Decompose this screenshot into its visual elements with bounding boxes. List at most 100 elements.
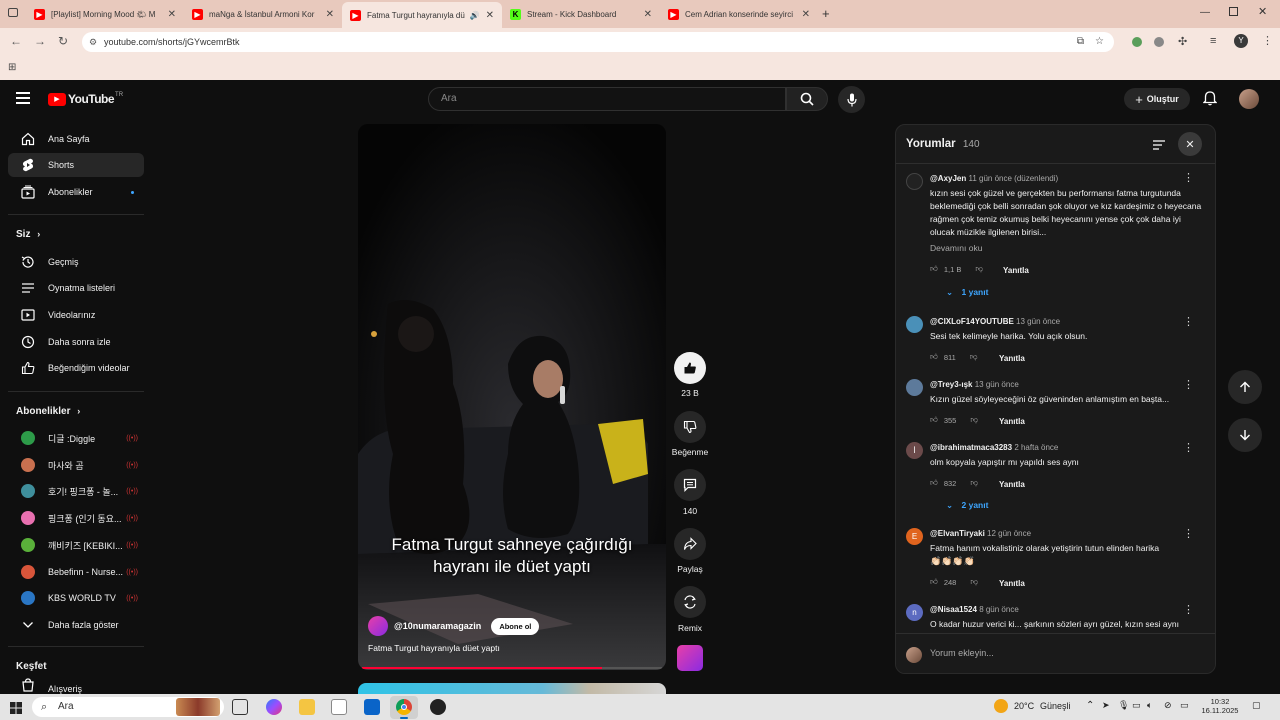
thumbs-down-icon[interactable]: 👎︎ <box>970 577 978 587</box>
comment-time[interactable]: 13 gün önce <box>975 380 1019 389</box>
close-comments-icon[interactable]: ✕ <box>1178 132 1202 156</box>
shorts-video-player[interactable]: Fatma Turgut sahneye çağırdığı hayranı i… <box>358 124 666 670</box>
tab-search-icon[interactable] <box>8 8 18 17</box>
sidebar-item-watch-later[interactable]: Daha sonra izle <box>8 330 144 354</box>
comment-menu-icon[interactable]: ⋮ <box>1183 378 1194 391</box>
thumbs-down-icon[interactable]: 👎︎ <box>975 264 983 274</box>
comment-author[interactable]: @Trey3-ışk <box>930 380 973 389</box>
outlook-icon[interactable] <box>364 699 380 715</box>
thumbs-down-icon[interactable]: 👎︎ <box>970 352 978 362</box>
thumbs-down-icon[interactable]: 👎︎ <box>970 478 978 488</box>
sidebar-item-history[interactable]: Geçmiş <box>8 250 144 274</box>
sidebar-item-your-videos[interactable]: Videolarınız <box>8 303 144 327</box>
thumbs-up-icon[interactable]: 👍︎ <box>930 264 938 274</box>
search-input[interactable]: Ara <box>428 87 786 111</box>
like-button[interactable] <box>674 352 706 384</box>
reply-button[interactable]: Yanıtla <box>999 417 1025 426</box>
comment-avatar[interactable]: İ <box>906 442 923 459</box>
view-replies-button[interactable]: ⌄ 2 yanıt <box>946 500 988 511</box>
comment-time[interactable]: 12 gün önce <box>987 529 1031 538</box>
channel-handle[interactable]: @10numaramagazin <box>394 621 481 631</box>
reply-button[interactable]: Yanıtla <box>999 354 1025 363</box>
close-tab-icon[interactable]: ✕ <box>644 9 652 20</box>
audio-playing-icon[interactable]: 🔊 <box>470 11 480 20</box>
notifications-bell-icon[interactable] <box>1202 91 1218 111</box>
sort-comments-icon[interactable] <box>1152 138 1166 156</box>
store-icon[interactable] <box>331 699 347 715</box>
close-window-icon[interactable]: ✕ <box>1258 5 1267 18</box>
comment-avatar[interactable] <box>906 379 923 396</box>
share-button[interactable] <box>674 528 706 560</box>
subscribe-button[interactable]: Abone ol <box>491 617 540 635</box>
profile-avatar[interactable]: Y <box>1234 34 1248 48</box>
battery-icon[interactable]: ▭ <box>1180 700 1189 711</box>
back-icon[interactable]: ← <box>10 34 22 48</box>
comment-author[interactable]: @ibrahimatmaca3283 <box>930 443 1012 452</box>
video-title[interactable]: Fatma Turgut hayranıyla düet yaptı <box>368 643 500 653</box>
sidebar-subscription-item[interactable]: 호기! 핑크퐁 - 놀... ((•)) <box>8 479 144 503</box>
sidebar-item-shopping[interactable]: Alışveriş <box>8 678 144 694</box>
browser-tab-4[interactable]: K Stream - Kick Dashboard ✕ <box>502 3 660 25</box>
browser-tab-2[interactable]: ▶ maNga & İstanbul Armoni Kor ✕ <box>184 3 342 25</box>
sidebar-subscription-item[interactable]: 디글 :Diggle ((•)) <box>8 426 144 450</box>
comment-author[interactable]: @ElvanTiryaki <box>930 529 985 538</box>
comment-time[interactable]: 2 hafta önce <box>1014 443 1058 452</box>
media-controls-icon[interactable]: ≡ <box>1210 35 1216 47</box>
sidebar-item-liked-videos[interactable]: Beğendiğim videolar <box>8 356 144 380</box>
tray-overflow-icon[interactable]: ⌃ <box>1086 700 1094 711</box>
comment-avatar[interactable]: n <box>906 604 923 621</box>
sidebar-subscription-item[interactable]: 핑크퐁 (인기 동요... ((•)) <box>8 506 144 530</box>
comment-menu-icon[interactable]: ⋮ <box>1183 171 1194 184</box>
extensions-puzzle-icon[interactable]: ✣ <box>1178 35 1187 48</box>
copilot-icon[interactable] <box>266 699 282 715</box>
minimize-icon[interactable]: — <box>1200 7 1210 18</box>
forward-icon[interactable]: → <box>34 34 46 48</box>
weather-text[interactable]: Güneşli <box>1040 701 1071 711</box>
sidebar-subscription-item[interactable]: 마사와 곰 ((•)) <box>8 453 144 477</box>
comment-author[interactable]: @AxyJen <box>930 174 966 183</box>
dislike-button[interactable] <box>674 411 706 443</box>
file-explorer-icon[interactable] <box>299 699 315 715</box>
comment-menu-icon[interactable]: ⋮ <box>1183 603 1194 616</box>
location-icon[interactable]: ➤ <box>1102 700 1110 711</box>
read-more-link[interactable]: Devamını oku <box>930 243 982 253</box>
close-tab-icon[interactable]: ✕ <box>326 9 334 20</box>
sidebar-item-shorts[interactable]: Shorts <box>8 153 144 177</box>
sidebar-show-more[interactable]: Daha fazla göster <box>8 613 144 637</box>
browser-tab-1[interactable]: ▶ [Playlist] Morning Mood 🌤 M ✕ <box>26 3 184 25</box>
comment-avatar[interactable] <box>906 173 923 190</box>
taskbar-search[interactable]: ⌕ Ara <box>32 697 224 717</box>
sidebar-subscription-item[interactable]: Bebefinn - Nurse... ((•)) <box>8 560 144 584</box>
sound-thumbnail[interactable] <box>677 645 703 671</box>
thumbs-up-icon[interactable]: 👍︎ <box>930 478 938 488</box>
browser-menu-icon[interactable]: ⋮ <box>1262 34 1273 47</box>
volume-icon[interactable]: 🔈︎ <box>1147 700 1152 711</box>
weather-temp[interactable]: 20°C <box>1014 701 1034 711</box>
thumbs-up-icon[interactable]: 👍︎ <box>930 415 938 425</box>
clock[interactable]: 10:32 16.11.2025 <box>1200 697 1240 715</box>
sidebar-you-header[interactable]: Siz › <box>16 229 40 240</box>
task-view-icon[interactable] <box>232 699 248 715</box>
next-short-preview[interactable] <box>358 683 666 694</box>
browser-tab-5[interactable]: ▶ Cem Adrian konserinde seyirci ✕ <box>660 3 818 25</box>
close-tab-icon[interactable]: ✕ <box>168 9 176 20</box>
sidebar-subscription-item[interactable]: KBS WORLD TV ((•)) <box>8 586 144 610</box>
extension-icon[interactable] <box>1154 37 1164 47</box>
view-replies-button[interactable]: ⌄ 1 yanıt <box>946 287 988 298</box>
next-short-button[interactable] <box>1228 418 1262 452</box>
reply-button[interactable]: Yanıtla <box>1003 266 1029 275</box>
sidebar-item-home[interactable]: Ana Sayfa <box>8 127 144 151</box>
address-bar[interactable]: ⚙ youtube.com/shorts/jGYwcemrBtk ⧉ ☆ <box>82 32 1114 52</box>
previous-short-button[interactable] <box>1228 370 1262 404</box>
windows-start-icon[interactable] <box>10 701 22 719</box>
voice-search-button[interactable] <box>838 86 865 113</box>
comment-time[interactable]: 11 gün önce (düzenlendi) <box>969 174 1059 183</box>
sidebar-subscriptions-header[interactable]: Abonelikler › <box>16 406 80 417</box>
install-app-icon[interactable]: ⧉ <box>1077 32 1084 52</box>
chrome-taskbar-active[interactable] <box>390 696 418 719</box>
comment-avatar[interactable] <box>906 316 923 333</box>
close-tab-icon[interactable]: ✕ <box>802 9 810 20</box>
comment-menu-icon[interactable]: ⋮ <box>1183 527 1194 540</box>
thumbs-up-icon[interactable]: 👍︎ <box>930 577 938 587</box>
extension-icon[interactable] <box>1132 37 1142 47</box>
